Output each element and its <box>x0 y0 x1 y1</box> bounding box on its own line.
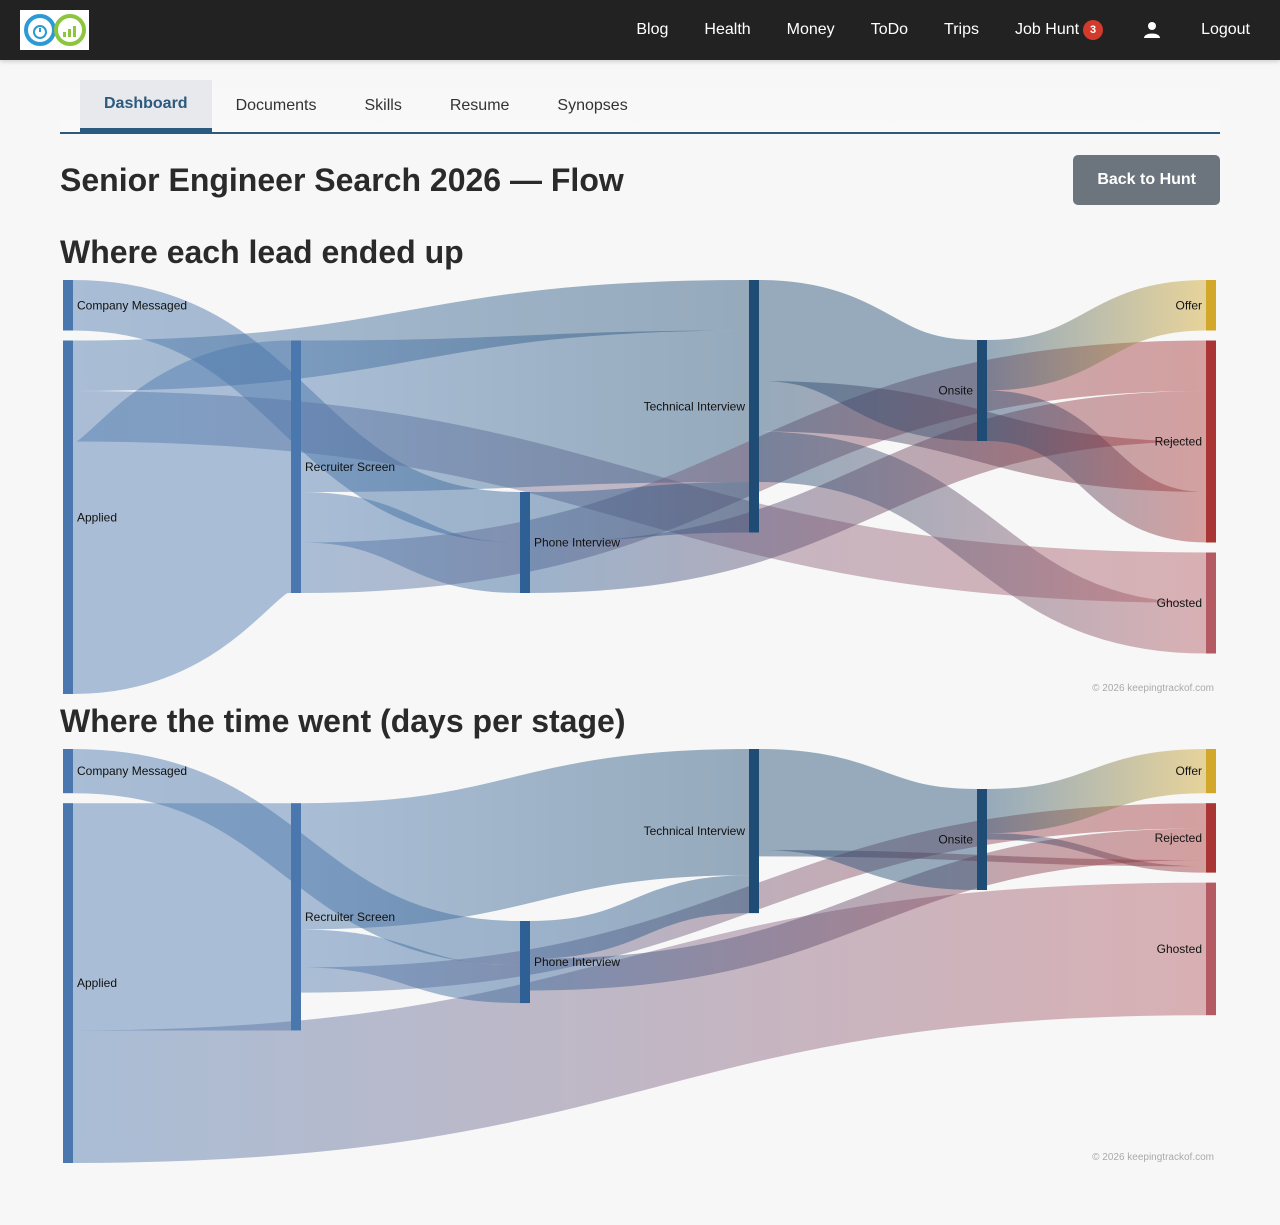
chart-copyright: © 2026 keepingtrackof.com <box>1092 683 1214 694</box>
sankey-node-recruiter-screen[interactable] <box>291 803 301 1031</box>
sankey-node-label-recruiter-screen: Recruiter Screen <box>305 910 395 924</box>
nav-job-hunt-label: Job Hunt <box>1015 21 1080 38</box>
sankey-node-label-onsite: Onsite <box>938 833 973 847</box>
job-hunt-count-badge: 3 <box>1083 20 1104 40</box>
sankey-node-applied[interactable] <box>63 803 73 1163</box>
nav-logout-label: Logout <box>1201 21 1250 38</box>
page-title: Senior Engineer Search 2026 — Flow <box>60 161 624 198</box>
sankey-node-label-offer: Offer <box>1176 764 1202 778</box>
sankey-node-rejected[interactable] <box>1206 340 1216 543</box>
nav-health[interactable]: Health <box>686 0 768 60</box>
sankey-node-onsite[interactable] <box>977 789 987 890</box>
sankey-link-phone-interview-to-technical-interview[interactable] <box>529 482 750 543</box>
sankey-node-label-technical-interview: Technical Interview <box>644 824 746 838</box>
sankey-node-label-recruiter-screen: Recruiter Screen <box>305 460 395 474</box>
sankey-chart-outcomes: Company Messaged Applied Recruiter Screen P… <box>63 280 1216 695</box>
sankey-node-label-ghosted: Ghosted <box>1157 942 1202 956</box>
sankey-node-label-company-messaged: Company Messaged <box>77 298 187 312</box>
tab-synopses[interactable]: Synopses <box>533 80 651 132</box>
sankey-link-recruiter-screen-to-technical-interview[interactable] <box>300 749 750 930</box>
sankey-node-label-technical-interview: Technical Interview <box>644 399 746 413</box>
nav-blog[interactable]: Blog <box>618 0 686 60</box>
chart-copyright: © 2026 keepingtrackof.com <box>1092 1152 1214 1163</box>
sankey-node-label-ghosted: Ghosted <box>1157 596 1202 610</box>
tab-documents[interactable]: Documents <box>212 80 341 132</box>
sankey-node-label-phone-interview: Phone Interview <box>534 536 620 550</box>
sankey-node-rejected[interactable] <box>1206 803 1216 873</box>
user-profile-button[interactable] <box>1121 0 1183 60</box>
app-logo[interactable] <box>20 10 89 50</box>
nav-money-label: Money <box>786 21 835 38</box>
sankey-node-company-messaged[interactable] <box>63 749 73 794</box>
sankey-node-label-onsite: Onsite <box>938 384 973 398</box>
sankey-node-recruiter-screen[interactable] <box>291 340 301 594</box>
sankey-node-offer[interactable] <box>1206 749 1216 794</box>
main-container: Dashboard Documents Skills Resume Synops… <box>60 80 1220 1169</box>
title-row: Senior Engineer Search 2026 — Flow Back … <box>60 155 1220 205</box>
tab-resume[interactable]: Resume <box>426 80 534 132</box>
sankey-node-ghosted[interactable] <box>1206 882 1216 1016</box>
user-icon <box>1144 22 1161 38</box>
sankey-node-label-applied: Applied <box>77 976 117 990</box>
nav-blog-label: Blog <box>636 21 669 38</box>
sankey-chart-time: Company Messaged Applied Recruiter Screen P… <box>63 749 1216 1163</box>
nav-todo[interactable]: ToDo <box>853 0 926 60</box>
sankey-node-label-phone-interview: Phone Interview <box>534 955 620 969</box>
tab-dashboard[interactable]: Dashboard <box>80 80 212 132</box>
navbar: Blog Health Money ToDo Trips Job Hunt 3 … <box>0 0 1280 60</box>
sankey-node-label-rejected: Rejected <box>1155 435 1202 449</box>
sankey-node-label-company-messaged: Company Messaged <box>77 764 187 778</box>
sankey-node-onsite[interactable] <box>977 340 987 441</box>
sankey-node-technical-interview[interactable] <box>749 749 759 914</box>
sankey-node-technical-interview[interactable] <box>749 280 759 533</box>
logo-icon <box>23 14 86 46</box>
nav-todo-label: ToDo <box>870 21 909 38</box>
sankey-node-ghosted[interactable] <box>1206 552 1216 654</box>
nav-health-label: Health <box>704 21 751 38</box>
sankey-node-offer[interactable] <box>1206 280 1216 331</box>
sankey-node-phone-interview[interactable] <box>520 492 530 593</box>
tab-skills[interactable]: Skills <box>341 80 426 132</box>
sankey-node-label-rejected: Rejected <box>1155 831 1202 845</box>
nav-logout[interactable]: Logout <box>1183 0 1268 60</box>
section-title-outcomes: Where each lead ended up <box>60 234 464 270</box>
sankey-node-label-applied: Applied <box>77 510 117 524</box>
sankey-node-applied[interactable] <box>63 340 73 695</box>
back-to-hunt-button[interactable]: Back to Hunt <box>1073 155 1220 205</box>
tab-bar: Dashboard Documents Skills Resume Synops… <box>60 80 1220 134</box>
sankey-node-label-offer: Offer <box>1176 298 1202 312</box>
sankey-node-phone-interview[interactable] <box>520 921 530 1004</box>
sankey-node-company-messaged[interactable] <box>63 280 73 331</box>
nav-job-hunt[interactable]: Job Hunt 3 <box>997 0 1121 60</box>
sankey-links <box>66 280 1208 694</box>
nav-trips-label: Trips <box>944 21 980 38</box>
sankey-links <box>72 749 1207 1163</box>
nav-links: Blog Health Money ToDo Trips Job Hunt 3 … <box>618 0 1268 60</box>
nav-money[interactable]: Money <box>769 0 853 60</box>
nav-trips[interactable]: Trips <box>926 0 997 60</box>
section-title-time: Where the time went (days per stage) <box>60 703 626 739</box>
